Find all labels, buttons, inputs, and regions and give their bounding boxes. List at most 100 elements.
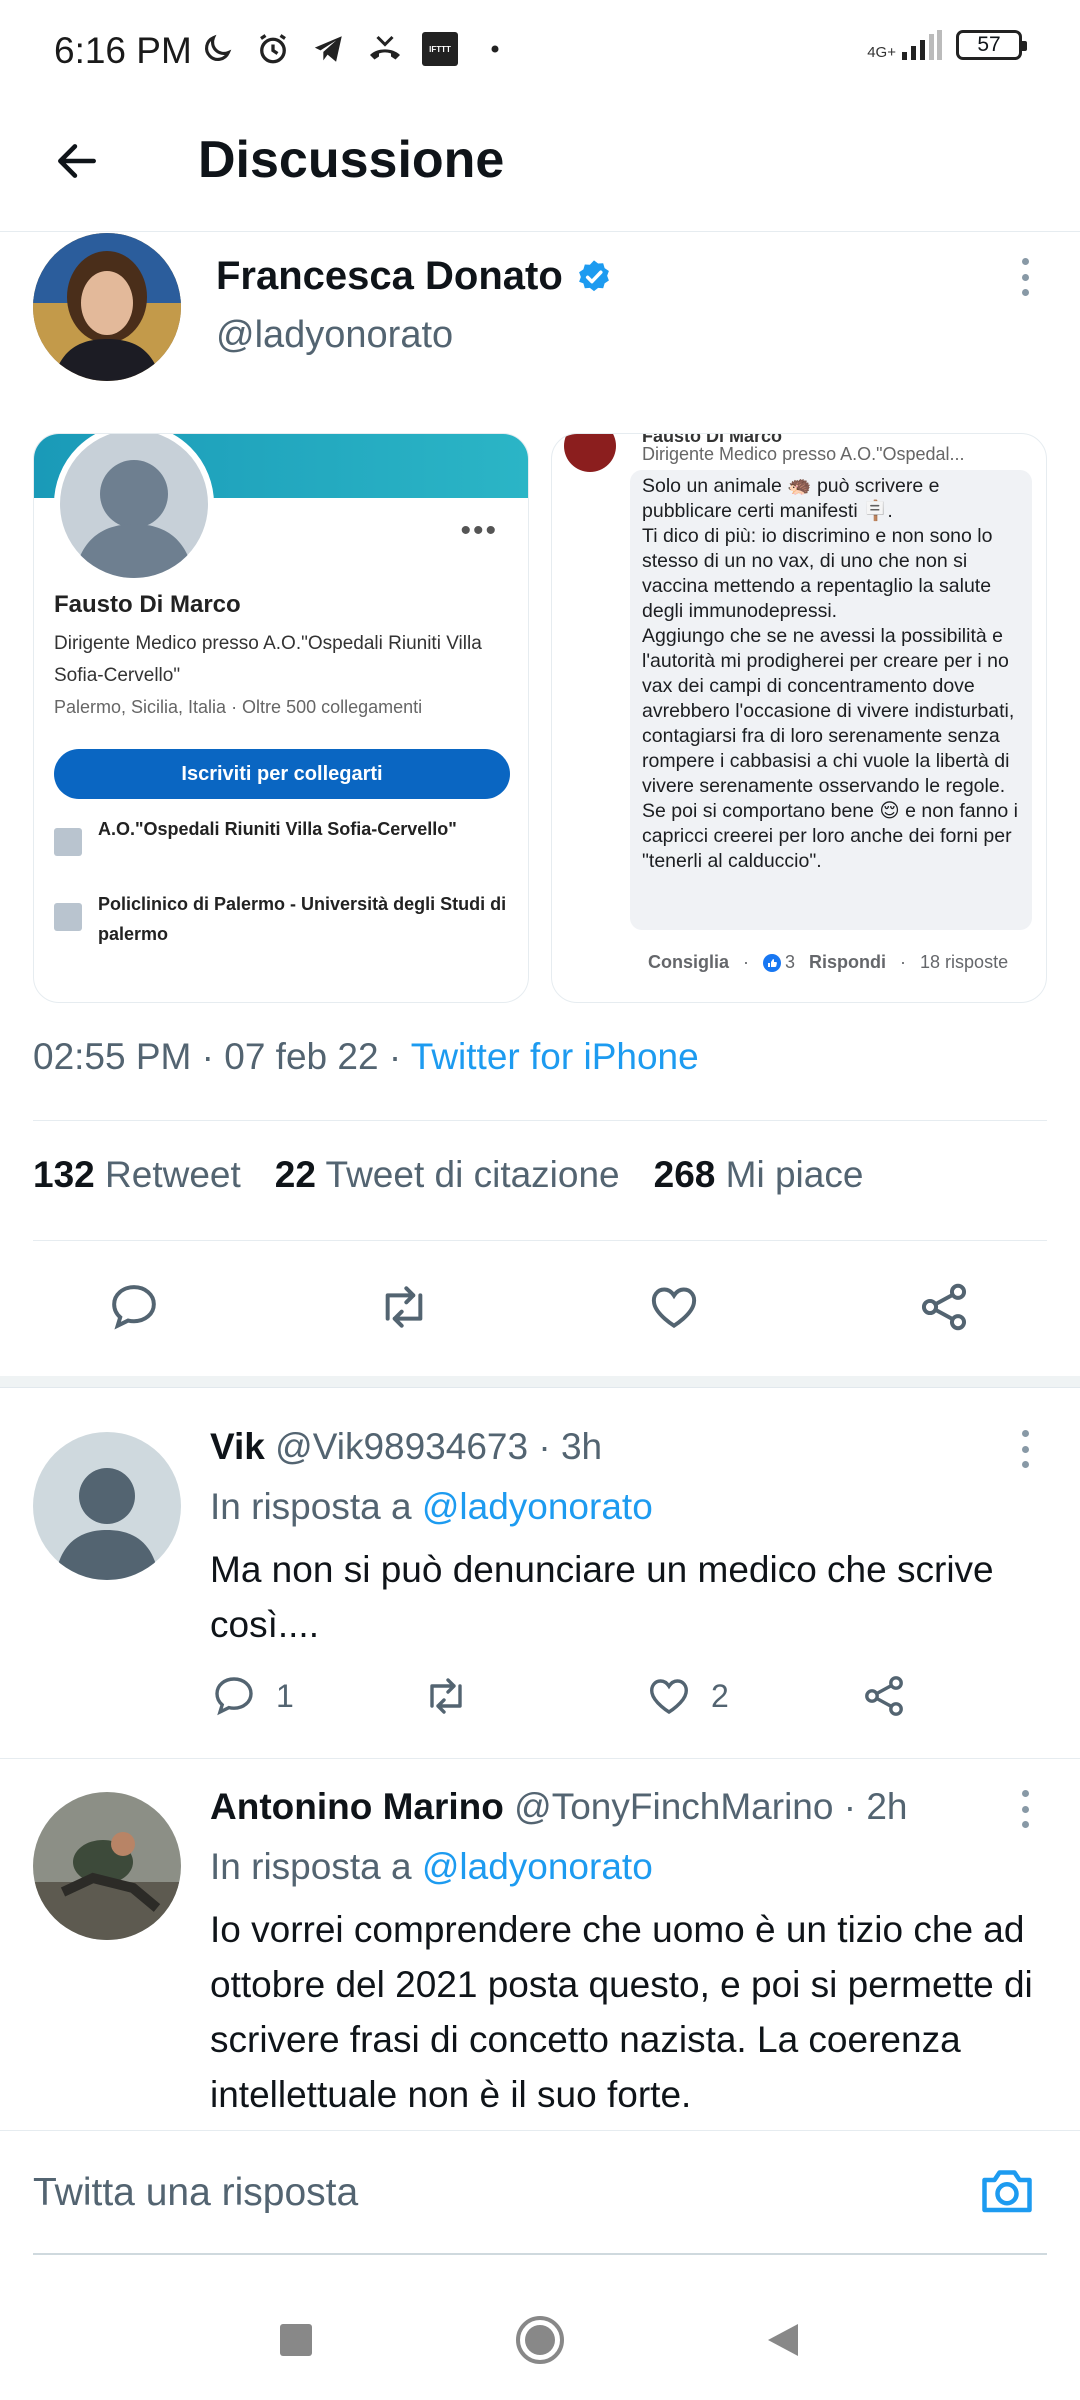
- battery-icon: 57: [956, 30, 1027, 60]
- ifttt-icon: IFTTT: [422, 32, 458, 66]
- reply-to-label: In risposta a: [210, 1846, 422, 1887]
- tweet-media[interactable]: ••• Fausto Di Marco Dirigente Medico pre…: [33, 433, 1047, 1003]
- likes-stat[interactable]: 268 Mi piace: [654, 1154, 864, 1196]
- reaction-icon: 3: [763, 952, 795, 973]
- composer-underline: [33, 2253, 1047, 2255]
- media-image-profile[interactable]: ••• Fausto Di Marco Dirigente Medico pre…: [33, 433, 529, 1003]
- reply-retweet-button[interactable]: [420, 1672, 472, 1720]
- retweet-icon: [385, 1286, 423, 1328]
- status-notification-icons: IFTTT: [198, 30, 514, 68]
- comment-like-label: Consiglia: [648, 952, 730, 972]
- reply-header: Antonino Marino @TonyFinchMarino · 2h: [210, 1786, 908, 1828]
- heart-icon: [650, 1679, 688, 1714]
- profile-name: Fausto Di Marco: [54, 591, 241, 618]
- author-handle[interactable]: @ladyonorato: [216, 314, 453, 357]
- recents-button[interactable]: [266, 2310, 326, 2370]
- reply-action-bar: 1 2: [210, 1672, 930, 1732]
- ifttt-label: IFTTT: [429, 44, 451, 54]
- top-app-bar: Discussione: [0, 104, 1080, 232]
- battery-level: 57: [977, 33, 1001, 56]
- square-icon: [280, 2324, 312, 2356]
- comment-icon: [215, 1677, 253, 1716]
- author-name[interactable]: Francesca Donato: [216, 254, 613, 299]
- share-button[interactable]: [915, 1278, 973, 1336]
- reply-to-handle[interactable]: @ladyonorato: [422, 1846, 653, 1887]
- profile-job: Dirigente Medico presso A.O."Ospedali Ri…: [54, 633, 482, 686]
- profile-org-label: A.O."Ospedali Riuniti Villa Sofia-Cervel…: [98, 819, 457, 839]
- reply-handle-time: @TonyFinchMarino · 2h: [503, 1786, 908, 1827]
- profile-org-item: A.O."Ospedali Riuniti Villa Sofia-Cervel…: [54, 814, 524, 856]
- reply-reply-button[interactable]: 1: [210, 1672, 294, 1720]
- home-button[interactable]: [510, 2310, 570, 2370]
- quotes-label: Tweet di citazione: [325, 1154, 620, 1195]
- reply-context: In risposta a @ladyonorato: [210, 1846, 653, 1888]
- status-time: 6:16 PM: [54, 30, 192, 71]
- back-nav-button[interactable]: [752, 2310, 812, 2370]
- reply-avatar[interactable]: [33, 1792, 181, 1940]
- status-bar: 6:16 PM IFTTT 4G+ 57: [0, 0, 1080, 104]
- more-dot-icon: [1021, 1805, 1029, 1813]
- system-navigation-bar: [0, 2270, 1080, 2400]
- tweet-more-button[interactable]: [1005, 252, 1045, 302]
- school-icon: [54, 903, 82, 931]
- triangle-left-icon: [768, 2324, 798, 2356]
- more-dot-icon: [1021, 289, 1029, 296]
- tweet-stats: 132 Retweet 22 Tweet di citazione 268 Mi…: [33, 1154, 863, 1196]
- reply-composer: Twitta una risposta: [0, 2130, 1080, 2255]
- network-type: 4G+: [867, 44, 896, 61]
- comment-author-avatar: [564, 434, 616, 472]
- circle-icon: [516, 2316, 564, 2364]
- reply-count: 1: [276, 1677, 294, 1714]
- reply-text: Ma non si può denunciare un medico che s…: [210, 1549, 994, 1645]
- reply-author-name[interactable]: Antonino Marino: [210, 1786, 504, 1827]
- author-avatar[interactable]: [33, 233, 181, 381]
- comment-reply-label: Rispondi: [809, 952, 887, 972]
- tweet-source-link[interactable]: Twitter for iPhone: [411, 1036, 699, 1077]
- reply-avatar[interactable]: [33, 1432, 181, 1580]
- profile-org-item: Policlinico di Palermo - Università degl…: [54, 889, 524, 949]
- like-count: 2: [711, 1677, 729, 1714]
- retweets-stat[interactable]: 132 Retweet: [33, 1154, 241, 1196]
- reply-header: Vik @Vik98934673 · 3h: [210, 1426, 602, 1468]
- author-name-text: Francesca Donato: [216, 254, 563, 298]
- back-button[interactable]: [44, 128, 110, 194]
- retweet-icon: [430, 1678, 462, 1714]
- reply-like-button[interactable]: 2: [645, 1672, 729, 1720]
- divider: [0, 1758, 1080, 1759]
- profile-more-icon: •••: [460, 514, 498, 547]
- comment-separator: ·: [900, 952, 907, 972]
- tweet-timestamp: 02:55 PM · 07 feb 22 ·: [33, 1036, 411, 1077]
- reply-author-name[interactable]: Vik: [210, 1426, 265, 1467]
- heart-icon: [651, 1287, 697, 1328]
- comment-reaction-count: 3: [785, 952, 796, 972]
- profile-placeholder-avatar: [54, 434, 214, 584]
- reply-share-button[interactable]: [860, 1672, 908, 1720]
- more-dot-icon: [1021, 1461, 1029, 1468]
- like-button[interactable]: [645, 1278, 703, 1336]
- comment-icon: [112, 1285, 156, 1330]
- quotes-count: 22: [274, 1154, 316, 1195]
- reply-more-button[interactable]: [1005, 1424, 1045, 1474]
- divider: [33, 1240, 1047, 1241]
- reply-to-handle[interactable]: @ladyonorato: [422, 1486, 653, 1527]
- comment-line: Solo un animale 🦔 può scrivere e pubblic…: [642, 475, 940, 522]
- profile-org-label: Policlinico di Palermo - Università degl…: [98, 894, 507, 944]
- quotes-stat[interactable]: 22 Tweet di citazione: [275, 1154, 620, 1196]
- reply-more-button[interactable]: [1005, 1784, 1045, 1834]
- reply-to-label: In risposta a: [210, 1486, 422, 1527]
- reply-input[interactable]: Twitta una risposta: [33, 2171, 358, 2215]
- dot-icon: [476, 30, 514, 68]
- arrow-left-icon: [58, 144, 96, 178]
- share-icon: [921, 1283, 967, 1331]
- more-dot-icon: [1021, 1430, 1029, 1437]
- verified-badge-icon: [578, 259, 609, 291]
- retweets-count: 132: [33, 1154, 95, 1195]
- camera-button[interactable]: [974, 2157, 1040, 2223]
- media-image-comment[interactable]: Fausto Di Marco Dirigente Medico presso …: [551, 433, 1047, 1003]
- reply-handle-time: @Vik98934673 · 3h: [264, 1426, 603, 1467]
- retweet-button[interactable]: [375, 1278, 433, 1336]
- section-separator: [0, 1376, 1080, 1388]
- reply-button[interactable]: [105, 1278, 163, 1336]
- more-dot-icon: [1021, 1445, 1029, 1453]
- missed-call-icon: [366, 30, 404, 68]
